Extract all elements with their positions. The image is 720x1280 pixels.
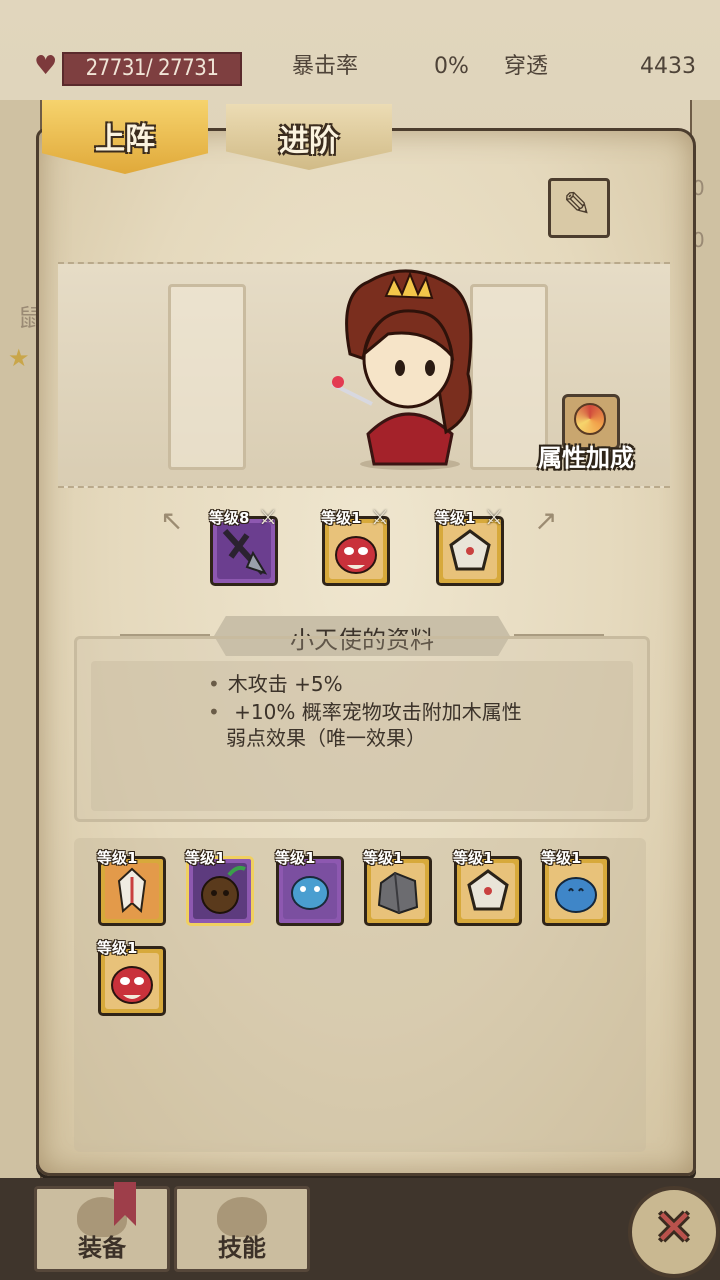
info-line-2-text: +10% 概率宠物攻击附加木属性 (227, 700, 522, 724)
level-label: 等级8 (209, 509, 250, 527)
close-icon: ✕ (653, 1200, 695, 1256)
pet-slot-3[interactable]: 等级1 (275, 849, 344, 926)
crit-value: 0% (434, 54, 469, 79)
tab-advance[interactable]: 进阶 (226, 104, 392, 188)
pet-slot-2[interactable]: 等级1 (185, 849, 254, 926)
tab-deploy-label: 上阵 (95, 122, 155, 157)
pet-slot-5[interactable]: 等级1 (453, 849, 522, 926)
pet-slot-4[interactable]: 等级1 (363, 849, 432, 926)
tab-deploy[interactable]: 上阵 (42, 100, 208, 184)
pet-slot-6[interactable]: 等级1 (541, 849, 610, 926)
level-label: 等级1 (435, 509, 476, 527)
stage-pillar (168, 284, 246, 470)
level-label: 等级1 (97, 849, 138, 867)
heart-icon: ♥ (34, 51, 58, 81)
skill-tab-button[interactable]: 技能 (174, 1186, 310, 1272)
info-line-2: • +10% 概率宠物攻击附加木属性 (208, 698, 522, 726)
swords-icon: ⚔ (259, 505, 277, 529)
equip-tab-label: 装备 (78, 1234, 126, 1262)
white-pentagon-icon (461, 863, 515, 919)
info-line-1: • 木攻击 +5% (208, 670, 343, 698)
arrow-left-icon: ↖ (160, 504, 184, 537)
bullet-icon: • (208, 700, 220, 724)
skill-tab-label: 技能 (218, 1234, 266, 1262)
attribute-bonus-label[interactable]: 属性加成 (536, 438, 636, 473)
swords-icon: ⚔ (485, 505, 503, 529)
pet-slot-7[interactable]: 等级1 (97, 939, 166, 1016)
close-button[interactable]: ✕ (628, 1186, 720, 1278)
blue-dragon-icon (283, 863, 337, 919)
swirl-orb-icon (574, 403, 606, 435)
equip-tab-button[interactable]: 装备 (34, 1186, 170, 1272)
hp-value: 27731/ 27731 (62, 52, 242, 86)
white-pentagon-icon (443, 523, 497, 579)
red-bird-icon (329, 523, 383, 579)
crit-label: 暴击率 (292, 54, 359, 79)
hero-character-image (331, 269, 473, 470)
swords-icon: ⚔ (371, 505, 389, 529)
tab-advance-label: 进阶 (279, 124, 339, 159)
level-label: 等级1 (185, 849, 226, 867)
level-label: 等级1 (363, 849, 404, 867)
dark-sword-icon (217, 523, 271, 579)
equipped-slot-2[interactable]: 等级1 ⚔ (321, 505, 390, 586)
pencil-icon: ✎ (563, 185, 592, 225)
blue-dino-icon (549, 863, 603, 919)
equipped-slot-1[interactable]: 等级8 ⚔ (209, 505, 278, 586)
level-label: 等级1 (541, 849, 582, 867)
level-label: 等级1 (453, 849, 494, 867)
level-label: 等级1 (97, 939, 138, 957)
level-label: 等级1 (275, 849, 316, 867)
bullet-icon: • (208, 672, 220, 696)
pierce-value: 4433 (640, 54, 696, 79)
level-label: 等级1 (321, 509, 362, 527)
white-crest-icon (105, 863, 159, 919)
dark-seed-icon (193, 863, 247, 919)
stats-bar: ♥ 27731/ 27731 暴击率 0% 穿透 4433 (0, 40, 720, 92)
info-line-3: 弱点效果（唯一效果） (226, 726, 426, 750)
pet-slot-1[interactable]: 等级1 (97, 849, 166, 926)
red-bird-icon (105, 953, 159, 1009)
edit-button[interactable]: ✎ (548, 178, 610, 238)
arrow-right-icon: ↗ (534, 504, 558, 537)
info-line-1-text: 木攻击 +5% (227, 672, 343, 696)
star-icon: ★ (8, 344, 30, 372)
pierce-label: 穿透 (504, 54, 549, 79)
equipped-slot-3[interactable]: 等级1 ⚔ (435, 505, 504, 586)
stone-golem-icon (371, 863, 425, 919)
